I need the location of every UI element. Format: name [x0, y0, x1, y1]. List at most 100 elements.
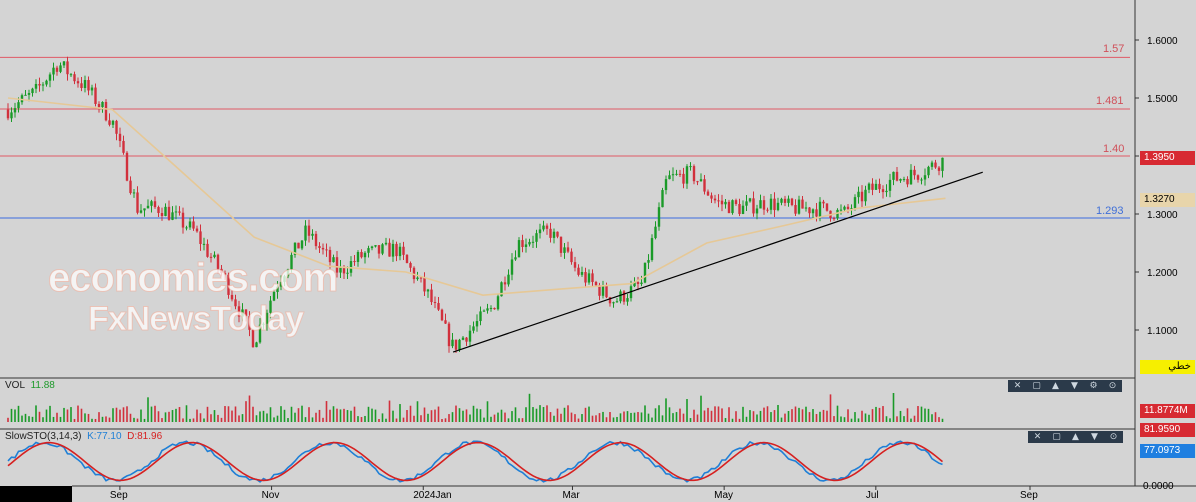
level-label-4: 1.293 [1096, 205, 1124, 217]
volume-bar [500, 409, 503, 422]
candle-body [304, 225, 307, 241]
vol-panel-controls: ✕ ▢ ▲ ▼ ⚙ ⊙ [1008, 380, 1122, 392]
candle-body [174, 211, 178, 213]
candle-body [202, 243, 206, 245]
volume-bar [511, 411, 513, 422]
volume-bar [364, 415, 366, 422]
candle-body [689, 166, 692, 168]
candle-body [458, 339, 461, 350]
candle-body [577, 267, 580, 275]
candle-body [353, 261, 356, 263]
volume-bar [63, 407, 65, 422]
candle-body [171, 212, 174, 220]
volume-bar [147, 397, 149, 422]
volume-bar [689, 418, 692, 422]
volume-bar [812, 409, 814, 422]
candle-body [703, 179, 706, 192]
price-chart[interactable]: 1.60001.50001.40001.30001.20001.10000.00… [0, 0, 1196, 502]
volume-bar [308, 407, 310, 422]
volume-bar [882, 406, 884, 422]
volume-bar [808, 412, 811, 422]
volume-bar [703, 410, 706, 422]
volume-bar [871, 409, 874, 422]
volume-bar [273, 417, 275, 422]
volume-bar [266, 413, 268, 422]
candle-body [773, 198, 776, 211]
candle-body [360, 252, 363, 258]
maximize-icon[interactable]: ▢ [1047, 431, 1066, 443]
candle-body [867, 183, 871, 190]
volume-bar [217, 414, 219, 422]
volume-bar [269, 407, 272, 422]
candle-body [612, 302, 615, 304]
volume-bar [721, 408, 723, 422]
candle-body [899, 179, 902, 181]
volume-value-tag: 11.8774M [1140, 404, 1195, 418]
settings-icon[interactable]: ⊙ [1104, 431, 1123, 443]
candle-body [570, 251, 573, 263]
volume-bar [409, 405, 412, 422]
close-icon[interactable]: ✕ [1028, 431, 1047, 443]
move-down-icon[interactable]: ▼ [1085, 431, 1104, 443]
volume-bar [861, 410, 863, 422]
volume-bar [318, 409, 321, 422]
volume-bar [469, 414, 471, 422]
candle-body [619, 291, 622, 302]
candle-body [416, 277, 419, 280]
move-up-icon[interactable]: ▲ [1046, 380, 1065, 392]
price-tick-label: 1.1000 [1147, 326, 1178, 337]
candle-body [811, 209, 815, 214]
candle-body [34, 83, 38, 89]
close-icon[interactable]: ✕ [1008, 380, 1027, 392]
candle-body [185, 227, 188, 229]
volume-bar [777, 404, 779, 422]
volume-bar [444, 418, 447, 422]
drawing-tool-tag[interactable]: خطي [1140, 360, 1195, 374]
volume-bar [539, 405, 541, 422]
maximize-icon[interactable]: ▢ [1027, 380, 1046, 392]
candle-body [31, 88, 34, 94]
volume-bar [493, 414, 496, 422]
settings-icon[interactable]: ⚙ [1084, 380, 1103, 392]
volume-bar [682, 413, 685, 422]
volume-bar [735, 411, 737, 422]
volume-bar [17, 405, 20, 422]
volume-bar [196, 409, 198, 422]
volume-bar [241, 414, 244, 422]
volume-bar [927, 408, 930, 422]
volume-bar [441, 418, 443, 422]
volume-bar [616, 416, 618, 422]
move-down-icon[interactable]: ▼ [1065, 380, 1084, 392]
volume-bar [798, 407, 800, 422]
restore-icon[interactable]: ⊙ [1103, 380, 1122, 392]
move-up-icon[interactable]: ▲ [1066, 431, 1085, 443]
candle-body [206, 243, 209, 257]
volume-bar [630, 412, 632, 422]
candle-body [682, 173, 685, 184]
candle-body [517, 240, 521, 258]
chart-window: 1.60001.50001.40001.30001.20001.10000.00… [0, 0, 1196, 502]
volume-bar [521, 418, 524, 422]
candle-body [318, 246, 321, 248]
volume-bar [574, 414, 576, 422]
candle-body [871, 183, 874, 190]
level-label-1: 1.57 [1103, 43, 1125, 55]
volume-bar [91, 418, 93, 422]
candle-body [587, 273, 591, 283]
volume-bar [35, 405, 37, 422]
volume-bar [525, 407, 527, 422]
volume-bar [759, 410, 762, 422]
candle-body [482, 310, 486, 312]
volume-bar [591, 415, 594, 422]
candle-body [496, 296, 500, 310]
volume-bar [637, 412, 639, 422]
candle-body [584, 272, 587, 283]
volume-bar [770, 412, 772, 422]
volume-bar [101, 416, 104, 422]
volume-bar [374, 409, 377, 422]
ma-price-tag: 1.3270 [1140, 193, 1195, 207]
volume-bar [108, 417, 111, 422]
candle-body [178, 211, 181, 213]
candle-body [45, 80, 48, 85]
volume-bar [143, 418, 146, 422]
